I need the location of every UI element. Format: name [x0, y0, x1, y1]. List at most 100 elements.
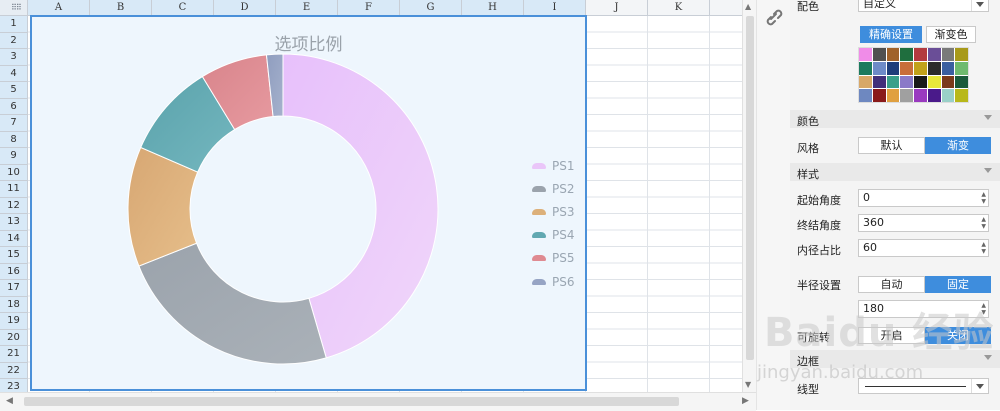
radius-fixed-button[interactable]: 固定 — [925, 276, 991, 293]
donut-slice-ps2[interactable] — [138, 242, 327, 365]
vertical-scroll-thumb[interactable] — [746, 16, 754, 360]
legend-item-ps3[interactable]: PS3 — [532, 200, 575, 223]
start-angle-input[interactable]: 0 ▲ ▼ — [858, 189, 989, 207]
palette-swatch[interactable] — [900, 61, 913, 75]
color-scheme-select[interactable]: 自定义 — [858, 0, 989, 12]
row-header-16[interactable]: 16 — [0, 263, 28, 280]
palette-swatch[interactable] — [886, 61, 900, 75]
radius-auto-button[interactable]: 自动 — [858, 276, 925, 293]
palette-swatch[interactable] — [859, 61, 872, 75]
column-header-F[interactable]: F — [338, 0, 400, 16]
row-header-9[interactable]: 9 — [0, 148, 28, 165]
row-header-18[interactable]: 18 — [0, 296, 28, 313]
color-palette[interactable] — [858, 47, 969, 103]
palette-swatch[interactable] — [941, 48, 955, 61]
row-header-10[interactable]: 10 — [0, 164, 28, 181]
row-header-19[interactable]: 19 — [0, 313, 28, 330]
spinner-icon[interactable]: ▲ ▼ — [981, 191, 986, 205]
spreadsheet[interactable]: ⠿⠿ ABCDEFGHIJK 1 2 3 4 5 6 7 8 9 10 11 12 13 14 15 16 17… — [0, 0, 742, 392]
row-header-21[interactable]: 21 — [0, 346, 28, 363]
column-header-D[interactable]: D — [214, 0, 276, 16]
column-header-E[interactable]: E — [276, 0, 338, 16]
horizontal-scrollbar[interactable]: ◀ ▶ — [0, 392, 756, 411]
palette-swatch[interactable] — [927, 75, 941, 89]
legend-item-ps6[interactable]: PS6 — [532, 270, 575, 293]
precise-settings-button[interactable]: 精确设置 — [860, 26, 922, 43]
gradient-color-button[interactable]: 渐变色 — [926, 26, 976, 43]
palette-swatch[interactable] — [941, 61, 955, 75]
scroll-down-icon[interactable]: ▼ — [745, 380, 751, 389]
palette-swatch[interactable] — [872, 75, 886, 89]
scroll-left-icon[interactable]: ◀ — [6, 396, 13, 406]
palette-swatch[interactable] — [914, 61, 927, 75]
palette-swatch[interactable] — [859, 89, 872, 102]
row-header-1[interactable]: 1 — [0, 16, 28, 33]
column-header-C[interactable]: C — [152, 0, 214, 16]
palette-swatch[interactable] — [914, 89, 927, 102]
column-header-partial[interactable] — [710, 0, 742, 16]
row-header-22[interactable]: 22 — [0, 362, 28, 379]
horizontal-scroll-thumb[interactable] — [24, 397, 679, 406]
spinner-icon[interactable]: ▲ ▼ — [981, 216, 986, 230]
palette-swatch[interactable] — [859, 48, 872, 61]
palette-swatch[interactable] — [859, 75, 872, 89]
row-header-12[interactable]: 12 — [0, 197, 28, 214]
row-header-13[interactable]: 13 — [0, 214, 28, 231]
legend-item-ps2[interactable]: PS2 — [532, 177, 575, 200]
chevron-down-icon[interactable] — [971, 379, 988, 393]
spinner-icon[interactable]: ▲ ▼ — [981, 241, 986, 255]
scroll-right-icon[interactable]: ▶ — [742, 396, 749, 406]
row-header-14[interactable]: 14 — [0, 230, 28, 247]
select-all-corner[interactable]: ⠿⠿ — [0, 0, 28, 16]
palette-swatch[interactable] — [914, 75, 927, 89]
palette-swatch[interactable] — [955, 48, 968, 61]
palette-swatch[interactable] — [872, 89, 886, 102]
palette-swatch[interactable] — [955, 89, 968, 102]
style-gradient-button[interactable]: 渐变 — [925, 137, 991, 154]
row-header-8[interactable]: 8 — [0, 131, 28, 148]
row-header-17[interactable]: 17 — [0, 280, 28, 297]
palette-swatch[interactable] — [927, 89, 941, 102]
column-header-J[interactable]: J — [586, 0, 648, 16]
row-header-7[interactable]: 7 — [0, 115, 28, 132]
palette-swatch[interactable] — [955, 75, 968, 89]
column-header-B[interactable]: B — [90, 0, 152, 16]
column-header-K[interactable]: K — [648, 0, 710, 16]
style-section-header[interactable]: 样式 — [790, 163, 1000, 181]
palette-swatch[interactable] — [941, 75, 955, 89]
palette-swatch[interactable] — [886, 48, 900, 61]
legend-item-ps1[interactable]: PS1 — [532, 154, 575, 177]
palette-swatch[interactable] — [955, 61, 968, 75]
scroll-up-icon[interactable]: ▲ — [745, 2, 751, 11]
palette-swatch[interactable] — [941, 89, 955, 102]
row-header-20[interactable]: 20 — [0, 329, 28, 346]
style-default-button[interactable]: 默认 — [858, 137, 925, 154]
donut-chart[interactable]: 选项比例 PS1 PS2 PS3 PS4 PS5 PS6 — [30, 15, 587, 391]
palette-swatch[interactable] — [927, 61, 941, 75]
palette-swatch[interactable] — [872, 61, 886, 75]
palette-swatch[interactable] — [900, 89, 913, 102]
vertical-scrollbar[interactable]: ▲ ▼ — [742, 0, 757, 392]
chevron-down-icon[interactable] — [971, 0, 988, 11]
color-section-header[interactable]: 颜色 — [790, 110, 1000, 128]
palette-swatch[interactable] — [900, 75, 913, 89]
palette-swatch[interactable] — [886, 89, 900, 102]
row-header-23[interactable]: 23 — [0, 379, 28, 392]
palette-swatch[interactable] — [914, 48, 927, 61]
legend-item-ps4[interactable]: PS4 — [532, 224, 575, 247]
palette-swatch[interactable] — [886, 75, 900, 89]
row-header-11[interactable]: 11 — [0, 181, 28, 198]
row-header-15[interactable]: 15 — [0, 247, 28, 264]
palette-swatch[interactable] — [927, 48, 941, 61]
inner-ratio-input[interactable]: 60 ▲ ▼ — [858, 239, 989, 257]
end-angle-input[interactable]: 360 ▲ ▼ — [858, 214, 989, 232]
link-icon[interactable] — [763, 6, 783, 26]
row-header-4[interactable]: 4 — [0, 65, 28, 82]
row-header-6[interactable]: 6 — [0, 98, 28, 115]
palette-swatch[interactable] — [872, 48, 886, 61]
row-header-5[interactable]: 5 — [0, 82, 28, 99]
column-header-I[interactable]: I — [524, 0, 586, 16]
row-header-2[interactable]: 2 — [0, 32, 28, 49]
row-header-3[interactable]: 3 — [0, 49, 28, 66]
column-header-H[interactable]: H — [462, 0, 524, 16]
